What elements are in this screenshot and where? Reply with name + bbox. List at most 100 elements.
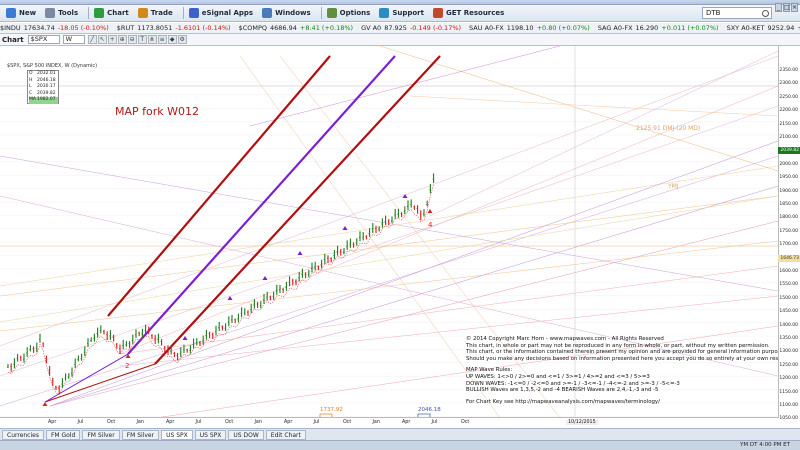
copyright-line: For Chart Key see http://mapwaveanalysis… [466,398,660,405]
resources-icon [432,8,443,18]
toolbar-button-new[interactable]: New [4,6,41,21]
price-axis-label: 1350.00 [779,336,798,341]
toolbar-button-label: Windows [275,9,311,17]
crosshair-icon[interactable]: + [107,35,117,44]
toolbar-button-label: Support [392,9,424,17]
ticker-change: -18.05 (-0.10%) [57,24,109,32]
time-axis-label: Jan [254,420,262,425]
ticker-item[interactable]: SAG A0-FX 16.290 +0.011 (+0.07%) [597,23,719,33]
price-axis-label: 1250.00 [779,362,798,368]
toolbar-button-esignal-apps[interactable]: eSignal Apps [187,6,258,21]
zoom-out-icon[interactable]: ⊖ [127,35,137,44]
fib-tool-icon[interactable]: ≡ [157,35,167,44]
price-axis-label: 1300.00 [779,349,798,355]
price-axis-label: 1700.00 [779,242,798,248]
page-tab[interactable]: US SPX [194,429,227,440]
price-axis-label: 1150.00 [779,389,798,395]
wave-label-4: 4 [428,221,433,229]
fork-tool-icon[interactable]: ⋔ [147,35,157,44]
ticker-symbol: GV A0 [361,24,382,32]
time-axis-label: Jul [431,420,438,425]
support-icon [379,8,390,18]
color-icon[interactable]: ◆ [167,35,177,44]
time-axis[interactable]: Apr Jul Oct Jan Apr Jul Oct Jan Apr Jul Oct Jan Apr J… [0,417,778,428]
price-axis-label: 1200.00 [779,376,798,382]
toolbar-button-label: New [19,9,37,17]
ticker-symbol: $COMPQ [238,24,268,32]
toolbar-button-label: Trade [150,9,173,17]
wave-marker [342,226,348,230]
price-axis-label: 1950.00 [779,175,798,181]
toolbar-button-windows[interactable]: Windows [260,6,316,21]
copyright-line: DOWN WAVES: -1<=0 / -2<=0 and >=-1 / -3<… [466,380,680,387]
ticker-price: 16.290 [635,24,659,32]
target-label: 2125.91 DMJ-(20 MD) [636,125,701,132]
page-tab[interactable]: FM Silver [82,429,120,440]
page-tab[interactable]: US SPX [161,429,193,440]
page-tab[interactable]: FM Gold [45,429,81,440]
ticker-item[interactable]: $RUT 1173.8051 -1.6101 (-0.14%) [117,23,231,33]
status-right: YM DT 4:00 PM ET [740,442,790,448]
page-tab[interactable]: FM Silver [121,429,160,440]
copyright-line: MAP Wave Rules: [466,367,513,374]
text-tool-icon[interactable]: T [137,35,147,44]
price-axis-label: 1600.00 [779,269,798,274]
toolbar-button-options[interactable]: Options [325,6,376,21]
ymj-label: YMJ [668,183,679,190]
toolbar-button-support[interactable]: Support [377,6,429,21]
ohlc-value: 1982.07 [37,97,56,102]
wave-marker [182,336,188,340]
page-tab[interactable]: Currencies [2,429,44,440]
ticker-change: +8.41 (+0.18%) [299,24,354,32]
price-axis-label: 2100.00 [779,135,798,140]
time-axis-label: Apr [48,420,57,425]
price-axis[interactable]: 2350.00 2300.00 2250.00 2200.00 2150.00 2100.… [778,46,800,421]
price-axis-label: 1750.00 [779,228,798,234]
copyright-line: This chart, or the information contained… [466,349,800,356]
ticker-item[interactable]: SAU A0-FX 1198.10 +0.80 (+0.07%) [469,23,590,33]
search-icon[interactable] [762,9,769,17]
ticker-symbol: SAU A0-FX [469,24,504,32]
maximize-button[interactable]: □ [783,3,790,12]
ohlc-key: MA [29,97,36,102]
toolbar-button-chart[interactable]: Chart [92,6,134,21]
ticker-item[interactable]: SXY A0-KET9252.94+4.45 (+0.05%) [727,23,800,33]
price-axis-label: 1550.00 [779,282,798,288]
time-axis-label: Apr [284,420,293,425]
chart-toolbar-label: Chart [2,35,24,44]
ticker-item[interactable]: GV A0 87.925 -0.149 (-0.17%) [361,23,461,33]
chart-interval-field[interactable]: W [62,35,85,44]
close-button[interactable]: × [791,3,798,12]
toolbar-button-label: GET Resources [445,9,505,17]
ticker-item[interactable]: $INDU 17634.74 -18.05 (-0.10%) [0,23,109,33]
price-axis-label: 1800.00 [779,215,798,221]
ticker-price: 17634.74 [23,24,55,32]
price-axis-label: 2350.00 [779,68,798,73]
time-axis-label: Oct [461,420,470,425]
page-tab[interactable]: US DOW [228,429,264,440]
time-axis-label: Apr [402,420,411,425]
chart-symbol-field[interactable]: $SPX [27,35,60,44]
ohlc-box: O 2032.01 H 2046.18 L 2030.17 C 2039.82 MA 1982.0… [27,70,59,104]
minimize-button[interactable]: _ [775,3,782,12]
price-chart[interactable]: $SPX, S&P 500 INDEX, W (Dynamic) O 2032.0… [0,46,800,428]
ticker-symbol: SAG A0-FX [597,24,633,32]
price-axis-label: 2000.00 [779,161,798,167]
ticker-tape: $INDU 17634.74 -18.05 (-0.10%) $RUT 1173.805… [0,23,800,34]
zoom-in-icon[interactable]: ⊕ [117,35,127,44]
settings-icon[interactable]: ⚙ [177,35,187,44]
toolbar-button-trade[interactable]: Trade [136,6,178,21]
toolbar-button-get-resources[interactable]: GET Resources [431,6,509,21]
fork-fan-line [429,50,779,217]
cursor-icon[interactable]: ↖ [97,35,107,44]
toolbar-button-tools[interactable]: Tools [43,6,83,21]
time-axis-label: Jul [195,420,202,425]
esignal-window: New Tools Chart Trade eSignal Apps Windows Opt… [0,0,800,450]
draw-line-icon[interactable]: ╱ [87,35,97,44]
toolbar-button-label: Tools [58,9,79,17]
page-tab[interactable]: Edit Chart [265,429,306,440]
price-axis-label: 1500.00 [779,295,798,301]
symbol-search-box[interactable]: DTB [702,7,772,19]
ticker-symbol: $INDU [0,24,21,32]
ticker-item[interactable]: $COMPQ 4686.94 +8.41 (+0.18%) [238,23,354,33]
